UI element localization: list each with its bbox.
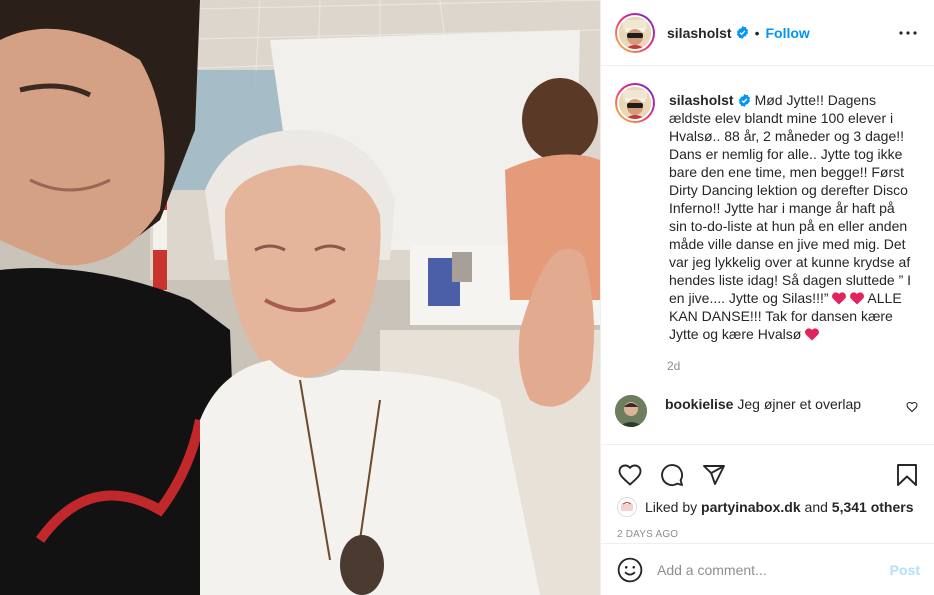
party-logo-icon — [621, 502, 633, 511]
save-button[interactable] — [894, 462, 920, 488]
likes-count[interactable]: 5,341 others — [832, 499, 914, 515]
more-icon — [899, 30, 917, 35]
like-icon — [618, 464, 642, 486]
caption-username[interactable]: silasholst — [669, 92, 734, 108]
post-actions: Liked by partyinabox.dk and 5,341 others… — [601, 444, 934, 544]
comment-text: bookielise Jeg øjner et overlap — [665, 395, 883, 427]
more-options-button[interactable] — [896, 21, 920, 45]
caption: silasholst Mød Jytte!! Dagens ældste elev… — [615, 83, 918, 343]
caption-time[interactable]: 2d — [667, 359, 918, 373]
post-dialog: silasholst • Follow silasholst Mød Jytte… — [0, 0, 934, 595]
header-username[interactable]: silasholst — [667, 25, 732, 41]
red-heart-emoji-icon — [850, 292, 865, 305]
comment-input[interactable] — [657, 561, 882, 578]
like-button[interactable] — [617, 462, 643, 488]
verified-icon — [738, 94, 750, 107]
post-date[interactable]: 2 DAYS AGO — [601, 529, 934, 540]
comment-icon — [661, 464, 684, 487]
emoji-icon[interactable] — [617, 557, 643, 583]
avatar-image — [615, 395, 647, 427]
profile-avatar[interactable] — [615, 12, 655, 53]
save-icon — [897, 464, 917, 486]
likes-prefix: Liked by — [645, 499, 698, 515]
avatar-image — [619, 16, 651, 49]
likes-conj: and — [804, 499, 828, 515]
photo-illustration — [0, 0, 600, 595]
caption-body-1: Mød Jytte!! Dagens ældste elev blandt mi… — [669, 92, 912, 306]
follow-button[interactable]: Follow — [766, 25, 810, 41]
post-comment-button[interactable]: Post — [890, 562, 920, 578]
post-sidebar: silasholst • Follow silasholst Mød Jytte… — [600, 0, 934, 595]
post-header: silasholst • Follow — [601, 0, 934, 66]
caption-avatar[interactable] — [615, 83, 655, 123]
share-icon — [703, 465, 725, 485]
post-photo[interactable] — [0, 0, 600, 595]
avatar-image — [619, 87, 651, 119]
red-heart-emoji-icon — [805, 328, 820, 341]
header-separator: • — [754, 24, 760, 41]
comments-list[interactable]: silasholst Mød Jytte!! Dagens ældste elev… — [601, 67, 934, 443]
verified-icon — [736, 26, 748, 39]
add-comment-bar: Post — [601, 543, 934, 595]
red-heart-emoji-icon — [832, 292, 847, 305]
likes-summary: Liked by partyinabox.dk and 5,341 others — [601, 497, 934, 517]
comment-button[interactable] — [659, 462, 685, 488]
comment-like-icon[interactable] — [906, 401, 918, 413]
liker-avatar[interactable] — [617, 497, 637, 517]
comment-avatar[interactable] — [615, 395, 647, 427]
liker-username[interactable]: partyinabox.dk — [701, 499, 801, 515]
caption-text: silasholst Mød Jytte!! Dagens ældste elev… — [669, 91, 915, 343]
comment-item: bookielise Jeg øjner et overlap — [615, 395, 918, 427]
comment-body: Jeg øjner et overlap — [737, 396, 862, 412]
share-button[interactable] — [701, 462, 727, 488]
comment-username[interactable]: bookielise — [665, 396, 733, 412]
action-icons — [601, 445, 934, 493]
